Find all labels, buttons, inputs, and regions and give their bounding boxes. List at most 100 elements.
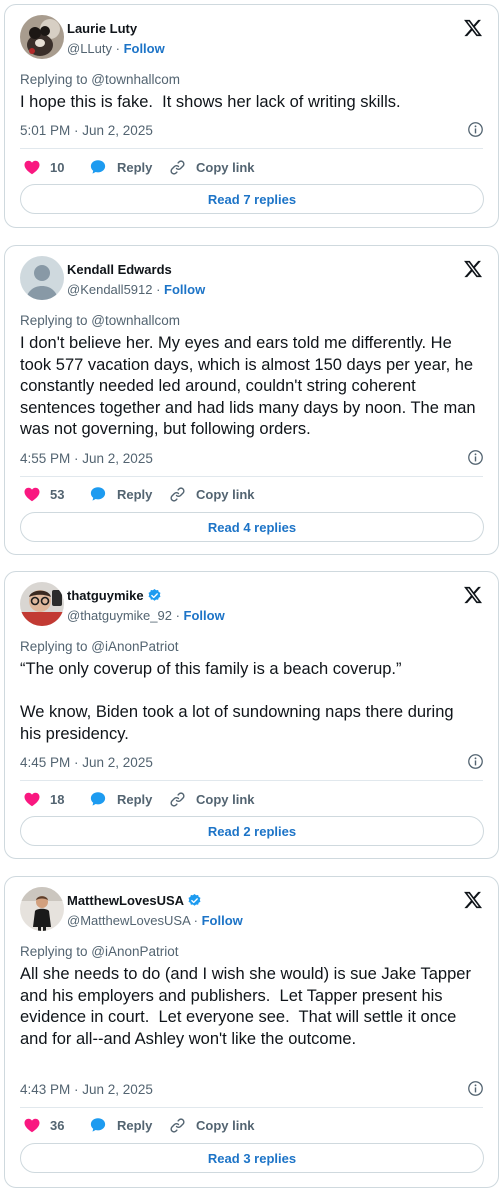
display-name[interactable]: MatthewLovesUSA: [67, 891, 202, 909]
user-info: MatthewLovesUSA @MatthewLovesUSA · Follo…: [67, 891, 243, 930]
tweet-card: thatguymike @thatguymike_92 · Follow Rep…: [4, 571, 499, 859]
display-name[interactable]: Laurie Luty: [67, 19, 137, 37]
reply-bubble-icon: [90, 487, 106, 501]
read-replies-button[interactable]: Read 4 replies: [20, 512, 484, 542]
x-logo-icon[interactable]: [463, 890, 483, 910]
tweet-actions: 10 Reply Copy link: [23, 156, 255, 178]
read-replies-button[interactable]: Read 7 replies: [20, 184, 484, 214]
tweet-card: Kendall Edwards @Kendall5912 · Follow Re…: [4, 245, 499, 555]
heart-icon: [24, 1118, 40, 1133]
avatar[interactable]: [20, 887, 64, 931]
link-icon: [170, 1117, 185, 1133]
info-icon[interactable]: [467, 449, 484, 466]
avatar[interactable]: [20, 582, 64, 626]
info-icon[interactable]: [467, 1080, 484, 1097]
x-logo-icon[interactable]: [463, 259, 483, 279]
like-button[interactable]: 18: [23, 790, 89, 808]
tweet-text: “The only coverup of this family is a be…: [20, 660, 454, 743]
user-handle[interactable]: @LLuty: [67, 41, 112, 56]
info-icon[interactable]: [467, 121, 484, 138]
x-logo-icon[interactable]: [463, 18, 483, 38]
heart-icon: [24, 792, 40, 807]
copy-link-button[interactable]: Copy link: [169, 159, 255, 176]
verified-badge-icon: [188, 893, 201, 906]
divider: [20, 476, 483, 477]
avatar[interactable]: [20, 256, 64, 300]
tweet-text: I hope this is fake. It shows her lack o…: [20, 93, 401, 111]
tweet-text: I don't believe her. My eyes and ears to…: [20, 334, 481, 438]
like-count: 53: [50, 486, 65, 502]
handle-line: @MatthewLovesUSA · Follow: [67, 912, 243, 928]
like-count: 18: [50, 791, 65, 807]
reply-button[interactable]: Reply: [89, 790, 169, 808]
tweet-header: Kendall Edwards @Kendall5912 · Follow: [20, 256, 483, 302]
link-icon: [170, 486, 185, 502]
tweet-actions: 53 Reply Copy link: [23, 483, 255, 505]
tweet-header: MatthewLovesUSA @MatthewLovesUSA · Follo…: [20, 887, 483, 933]
follow-button[interactable]: Follow: [202, 913, 243, 928]
avatar[interactable]: [20, 15, 64, 59]
reply-label: Reply: [117, 159, 153, 175]
tweet-actions: 18 Reply Copy link: [23, 788, 255, 810]
reply-button[interactable]: Reply: [89, 485, 169, 503]
timestamp[interactable]: 5:01 PM · Jun 2, 2025: [20, 123, 153, 138]
display-name[interactable]: thatguymike: [67, 586, 162, 604]
copy-link-label: Copy link: [196, 159, 255, 175]
divider: [20, 148, 483, 149]
copy-link-label: Copy link: [196, 486, 255, 502]
reply-label: Reply: [117, 486, 153, 502]
tweet-header: thatguymike @thatguymike_92 · Follow: [20, 582, 483, 628]
copy-link-label: Copy link: [196, 1117, 255, 1133]
heart-icon: [24, 487, 40, 502]
user-info: thatguymike @thatguymike_92 · Follow: [67, 586, 225, 625]
tweet-text: All she needs to do (and I wish she woul…: [20, 965, 476, 1048]
like-count: 10: [50, 159, 65, 175]
tweet-card: Laurie Luty @LLuty · Follow Replying to …: [4, 4, 499, 228]
copy-link-button[interactable]: Copy link: [169, 791, 255, 808]
reply-bubble-icon: [90, 160, 106, 174]
reply-label: Reply: [117, 1117, 153, 1133]
verified-badge-icon: [148, 588, 161, 601]
x-logo-icon[interactable]: [463, 585, 483, 605]
like-button[interactable]: 10: [23, 158, 89, 176]
tweet-card: MatthewLovesUSA @MatthewLovesUSA · Follo…: [4, 876, 499, 1188]
read-replies-button[interactable]: Read 3 replies: [20, 1143, 484, 1173]
follow-button[interactable]: Follow: [184, 608, 225, 623]
follow-button[interactable]: Follow: [124, 41, 165, 56]
handle-line: @Kendall5912 · Follow: [67, 281, 206, 297]
info-icon[interactable]: [467, 753, 484, 770]
copy-link-label: Copy link: [196, 791, 255, 807]
follow-button[interactable]: Follow: [164, 282, 205, 297]
replying-to[interactable]: Replying to @iAnonPatriot: [20, 639, 179, 654]
read-replies-button[interactable]: Read 2 replies: [20, 816, 484, 846]
user-info: Laurie Luty @LLuty · Follow: [67, 19, 165, 58]
replying-to[interactable]: Replying to @iAnonPatriot: [20, 944, 179, 959]
reply-button[interactable]: Reply: [89, 158, 169, 176]
user-handle[interactable]: @MatthewLovesUSA: [67, 913, 190, 928]
handle-line: @LLuty · Follow: [67, 40, 165, 56]
link-icon: [170, 159, 185, 175]
user-handle[interactable]: @Kendall5912: [67, 282, 152, 297]
heart-icon: [24, 160, 40, 175]
link-icon: [170, 791, 185, 807]
replying-to[interactable]: Replying to @townhallcom: [20, 72, 180, 87]
user-info: Kendall Edwards @Kendall5912 · Follow: [67, 260, 205, 299]
like-count: 36: [50, 1117, 65, 1133]
copy-link-button[interactable]: Copy link: [169, 486, 255, 503]
like-button[interactable]: 53: [23, 485, 89, 503]
reply-bubble-icon: [90, 792, 106, 806]
handle-line: @thatguymike_92 · Follow: [67, 607, 225, 623]
timestamp[interactable]: 4:43 PM · Jun 2, 2025: [20, 1082, 153, 1097]
reply-label: Reply: [117, 791, 153, 807]
reply-bubble-icon: [90, 1118, 106, 1132]
tweet-header: Laurie Luty @LLuty · Follow: [20, 15, 483, 61]
reply-button[interactable]: Reply: [89, 1116, 169, 1134]
display-name[interactable]: Kendall Edwards: [67, 260, 172, 278]
timestamp[interactable]: 4:55 PM · Jun 2, 2025: [20, 451, 153, 466]
replying-to[interactable]: Replying to @townhallcom: [20, 313, 180, 328]
copy-link-button[interactable]: Copy link: [169, 1117, 255, 1134]
timestamp[interactable]: 4:45 PM · Jun 2, 2025: [20, 755, 153, 770]
divider: [20, 1107, 483, 1108]
user-handle[interactable]: @thatguymike_92: [67, 608, 172, 623]
like-button[interactable]: 36: [23, 1116, 89, 1134]
